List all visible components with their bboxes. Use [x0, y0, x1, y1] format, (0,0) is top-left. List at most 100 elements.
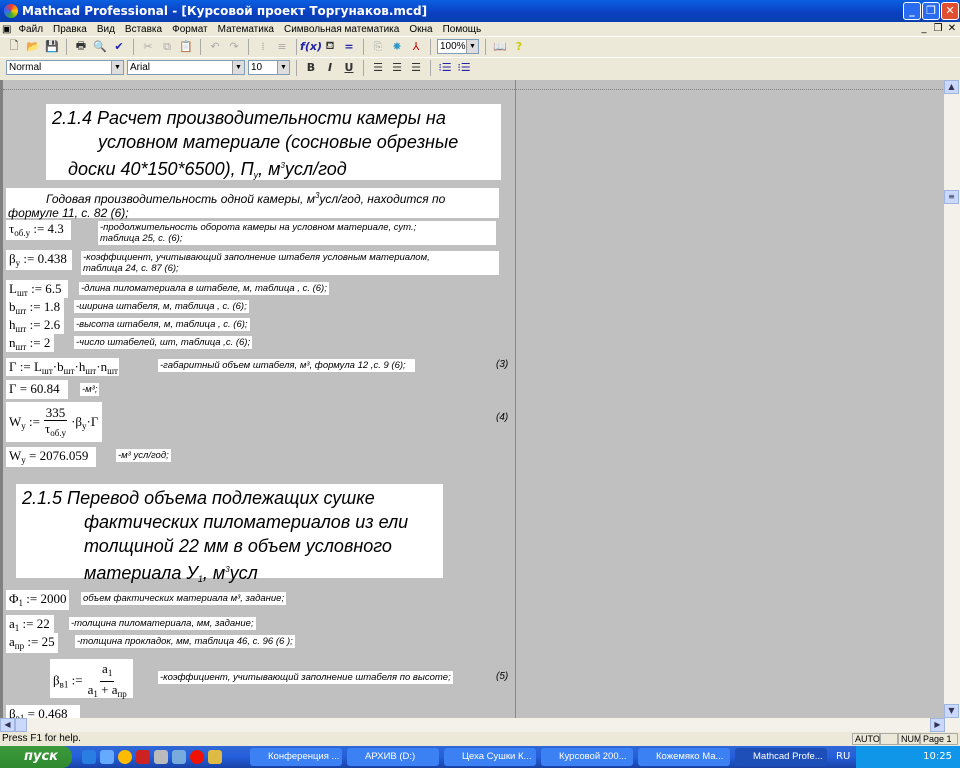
comment-h[interactable]: -высота штабеля, м, таблица , с. (6);	[74, 318, 250, 331]
numbering-icon[interactable]: ⁝☰	[456, 60, 472, 76]
quicklaunch-icon[interactable]	[208, 750, 222, 764]
word-icon[interactable]	[172, 750, 186, 764]
math-region-beta-v1-result[interactable]: βв1 = 0.468	[6, 705, 80, 718]
math-region-apr[interactable]: aпр := 25	[6, 633, 58, 653]
comment-beta-y[interactable]: -коэффициент, учитывающий заполнение шта…	[81, 251, 499, 275]
math-region-gamma-definition[interactable]: Г := Lшт·bшт·hшт·nшт	[6, 358, 119, 376]
comment-a1[interactable]: -толщина пиломатериала, мм, задание;	[69, 617, 256, 630]
math-region-l[interactable]: Lшт := 6.5	[6, 280, 68, 298]
math-region-gamma-result[interactable]: Г = 60.84	[6, 380, 68, 399]
bullets-icon[interactable]: ⁝☰	[437, 60, 453, 76]
italic-button[interactable]: I	[322, 60, 338, 76]
align-across-icon[interactable]: ⁞	[255, 39, 271, 55]
math-region-phi[interactable]: Φ1 := 2000	[6, 590, 69, 610]
scroll-left-button[interactable]: ◀	[0, 718, 15, 732]
minimize-button[interactable]: _	[903, 2, 921, 20]
copy-icon[interactable]: ⧉	[159, 39, 175, 55]
paragraph-annual-capacity[interactable]: Годовая производительность одной камеры,…	[6, 188, 499, 220]
horizontal-scrollbar[interactable]: ◀ ▶	[0, 718, 960, 732]
comment-l[interactable]: -длина пиломатериала в штабеле, м, табли…	[79, 282, 329, 295]
doc-close-button[interactable]: ✕	[946, 23, 958, 34]
task-kursovoy[interactable]: Курсовой 200...	[541, 748, 633, 766]
insert-unit-icon[interactable]: ⛾	[322, 39, 338, 55]
align-left-icon[interactable]: ☰	[370, 60, 386, 76]
math-region-tau[interactable]: τоб.у := 4.3	[6, 220, 71, 240]
save-icon[interactable]: 💾	[44, 39, 60, 55]
help-icon[interactable]: ?	[511, 39, 527, 55]
disk-icon[interactable]	[136, 750, 150, 764]
new-icon[interactable]: 🗋	[6, 39, 22, 55]
math-region-w-result[interactable]: Wу = 2076.059	[6, 447, 96, 467]
comment-gamma-unit[interactable]: -м³;	[80, 383, 100, 396]
calculator-icon[interactable]	[154, 750, 168, 764]
menu-insert[interactable]: Вставка	[120, 24, 167, 35]
menu-math[interactable]: Математика	[213, 24, 279, 35]
menu-format[interactable]: Формат	[167, 24, 213, 35]
cut-icon[interactable]: ✂	[140, 39, 156, 55]
comment-apr[interactable]: -толщина прокладок, мм, таблица 46, с. 9…	[75, 635, 295, 648]
chevron-down-icon[interactable]: ▼	[232, 61, 244, 74]
task-conference[interactable]: Конференция ...	[250, 748, 342, 766]
style-select[interactable]: Normal ▼	[6, 60, 124, 75]
open-icon[interactable]: 📂	[25, 39, 41, 55]
font-select[interactable]: Arial ▼	[127, 60, 245, 75]
chevron-down-icon[interactable]: ▼	[277, 61, 289, 74]
doc-minimize-button[interactable]: _	[918, 23, 930, 34]
underline-button[interactable]: U	[341, 60, 357, 76]
task-kozhemyako[interactable]: Кожемяко Ма...	[638, 748, 730, 766]
opera-icon[interactable]	[190, 750, 204, 764]
undo-icon[interactable]: ↶	[207, 39, 223, 55]
media-icon[interactable]	[118, 750, 132, 764]
menu-file[interactable]: Файл	[13, 24, 48, 35]
comment-b[interactable]: -ширина штабеля, м, таблица , с. (6);	[74, 300, 249, 313]
vertical-scrollbar[interactable]: ▲ ≡ ▼	[944, 80, 960, 718]
document-icon[interactable]: ▣	[0, 24, 13, 35]
quicklaunch-icon[interactable]	[100, 750, 114, 764]
task-archive[interactable]: АРХИВ (D:)	[347, 748, 439, 766]
close-button[interactable]: ✕	[941, 2, 959, 20]
vertical-scroll-thumb[interactable]: ≡	[944, 190, 959, 204]
comment-n[interactable]: -число штабелей, шт, таблица ,с. (6);	[74, 336, 253, 349]
insert-component-icon[interactable]: ⎘	[370, 39, 386, 55]
math-region-b[interactable]: bшт := 1.8	[6, 298, 64, 316]
menu-symbolics[interactable]: Символьная математика	[279, 24, 404, 35]
worksheet[interactable]: 2.1.4 Расчет производительности камеры н…	[0, 80, 944, 718]
doc-restore-button[interactable]: ❐	[932, 23, 944, 34]
math-region-n[interactable]: nшт := 2	[6, 334, 54, 352]
comment-gamma[interactable]: -габаритный объем штабеля, м³, формула 1…	[158, 359, 415, 372]
menu-help[interactable]: Помощь	[438, 24, 487, 35]
align-down-icon[interactable]: ≡	[274, 39, 290, 55]
redo-icon[interactable]: ↷	[226, 39, 242, 55]
math-region-w-definition[interactable]: Wу := 335 τоб.у ·βу·Г	[6, 402, 102, 442]
start-button[interactable]: пуск	[0, 746, 72, 768]
tree-icon[interactable]: ⅄	[408, 39, 424, 55]
chevron-down-icon[interactable]: ▼	[466, 40, 478, 53]
align-right-icon[interactable]: ☰	[408, 60, 424, 76]
maximize-button[interactable]: ❐	[922, 2, 940, 20]
insert-function-icon[interactable]: f(x)	[300, 39, 322, 55]
comment-tau[interactable]: -продолжительность оборота камеры на усл…	[98, 221, 496, 245]
heading-2-1-4[interactable]: 2.1.4 Расчет производительности камеры н…	[46, 104, 501, 180]
heading-2-1-5[interactable]: 2.1.5 Перевод объема подлежащих сушке фа…	[16, 484, 443, 584]
chevron-down-icon[interactable]: ▼	[111, 61, 123, 74]
math-region-beta-y[interactable]: βу := 0.438	[6, 250, 72, 270]
math-region-a1[interactable]: a1 := 22	[6, 615, 54, 633]
task-drying[interactable]: Цеха Сушки К...	[444, 748, 536, 766]
print-icon[interactable]: 🖶	[73, 39, 89, 55]
comment-beta-v1[interactable]: -коэффициент, учитывающий заполнение шта…	[158, 671, 453, 684]
align-center-icon[interactable]: ☰	[389, 60, 405, 76]
language-indicator[interactable]: RU	[836, 751, 850, 762]
scroll-right-button[interactable]: ▶	[930, 718, 945, 732]
bold-button[interactable]: B	[303, 60, 319, 76]
print-preview-icon[interactable]: 🔍	[92, 39, 108, 55]
comment-phi[interactable]: объем фактических материала м³, задание;	[81, 592, 287, 605]
resource-icon[interactable]: ✸	[389, 39, 405, 55]
comment-w-unit[interactable]: -м³ усл/год;	[116, 449, 171, 462]
calculate-icon[interactable]: =	[341, 39, 357, 55]
scroll-down-button[interactable]: ▼	[944, 704, 959, 718]
math-region-h[interactable]: hшт := 2.6	[6, 316, 64, 334]
ie-icon[interactable]	[82, 750, 96, 764]
task-mathcad[interactable]: Mathcad Profe...	[735, 748, 827, 766]
spellcheck-icon[interactable]: ✔	[111, 39, 127, 55]
horizontal-scroll-thumb[interactable]	[15, 718, 27, 732]
